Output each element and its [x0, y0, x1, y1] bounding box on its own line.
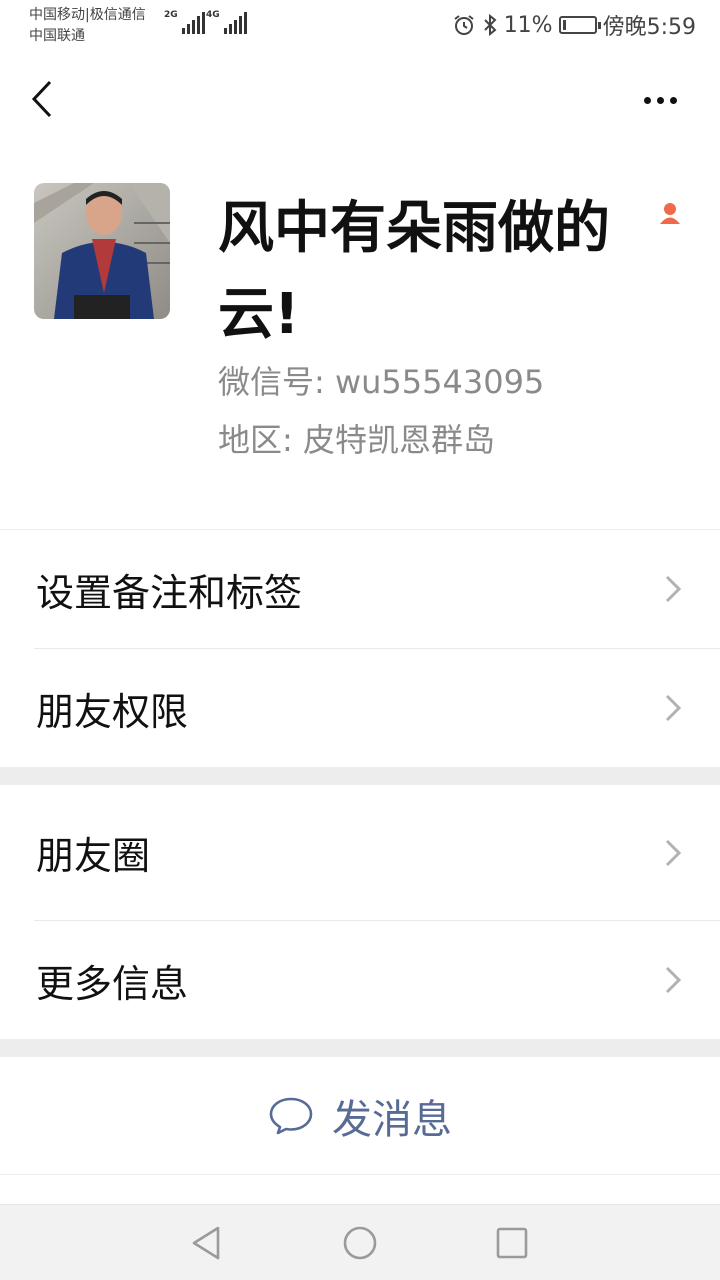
menu-item-label: 设置备注和标签: [36, 570, 303, 615]
back-button[interactable]: [22, 76, 62, 122]
battery-fill: [562, 20, 566, 30]
carrier-line-2: 中国联通: [29, 28, 85, 44]
chevron-right-icon: [665, 966, 682, 994]
back-chevron-icon: [31, 80, 52, 118]
female-person-icon: [660, 203, 680, 224]
send-message-label: 发消息: [332, 1096, 452, 1143]
triangle-back-icon: [192, 1226, 220, 1260]
square-recents-icon: [496, 1227, 528, 1259]
chevron-right-icon: [665, 575, 682, 603]
circle-home-icon: [343, 1226, 377, 1260]
section-gap: [0, 1039, 720, 1057]
section-gap: [0, 767, 720, 785]
wechat-id: 微信号: wu55543095: [218, 363, 545, 401]
carrier-info: 中国移动|极信通信 中国联通: [29, 5, 146, 47]
avatar[interactable]: [34, 183, 170, 319]
chevron-right-icon: [665, 694, 682, 722]
chat-bubble-icon: [269, 1097, 313, 1134]
signal-icon: 4G: [206, 10, 247, 34]
more-dots-icon: [656, 96, 664, 104]
send-message-button[interactable]: 发消息: [0, 1057, 720, 1174]
battery-icon: [558, 16, 601, 34]
more-button[interactable]: [630, 80, 690, 120]
carrier-line-1: 中国移动|极信通信: [29, 7, 146, 23]
menu-item-more-info[interactable]: 更多信息: [0, 921, 720, 1039]
system-back-button[interactable]: [186, 1223, 226, 1263]
divider: [0, 1174, 720, 1175]
menu-item-label: 朋友权限: [36, 689, 189, 734]
menu-item-label: 朋友圈: [36, 834, 151, 878]
signal-icon: 2G: [164, 10, 205, 34]
system-home-button[interactable]: [340, 1223, 380, 1263]
more-dots-icon: [669, 96, 677, 104]
signal-gen-label: 2G: [164, 10, 178, 20]
system-nav-bar: [0, 1204, 720, 1280]
status-right-group: 11% 傍晚5:59: [452, 8, 696, 42]
contact-name: 风中有朵雨做的云!: [218, 196, 610, 347]
alarm-icon: [454, 15, 474, 35]
menu-item-label: 更多信息: [36, 961, 189, 1006]
status-bar: 中国移动|极信通信 中国联通 2G 4G 11% 傍晚5:59: [0, 0, 720, 50]
menu-item-remark-tags[interactable]: 设置备注和标签: [0, 530, 720, 648]
avatar-photo: [34, 183, 170, 319]
clock: 傍晚5:59: [602, 15, 696, 40]
system-recents-button[interactable]: [492, 1223, 532, 1263]
region: 地区: 皮特凯恩群岛: [218, 421, 495, 459]
chevron-right-icon: [665, 839, 682, 866]
menu-item-moments[interactable]: 朋友圈: [0, 785, 720, 920]
contact-profile-screen: 中国移动|极信通信 中国联通 2G 4G 11% 傍晚5:59 风中有朵雨做的云…: [0, 0, 720, 1280]
menu-item-friend-permissions[interactable]: 朋友权限: [0, 649, 720, 767]
battery-percent: 11%: [503, 12, 553, 38]
signal-gen-label: 4G: [206, 10, 220, 20]
more-dots-icon: [643, 96, 651, 104]
bluetooth-icon: [483, 13, 497, 37]
